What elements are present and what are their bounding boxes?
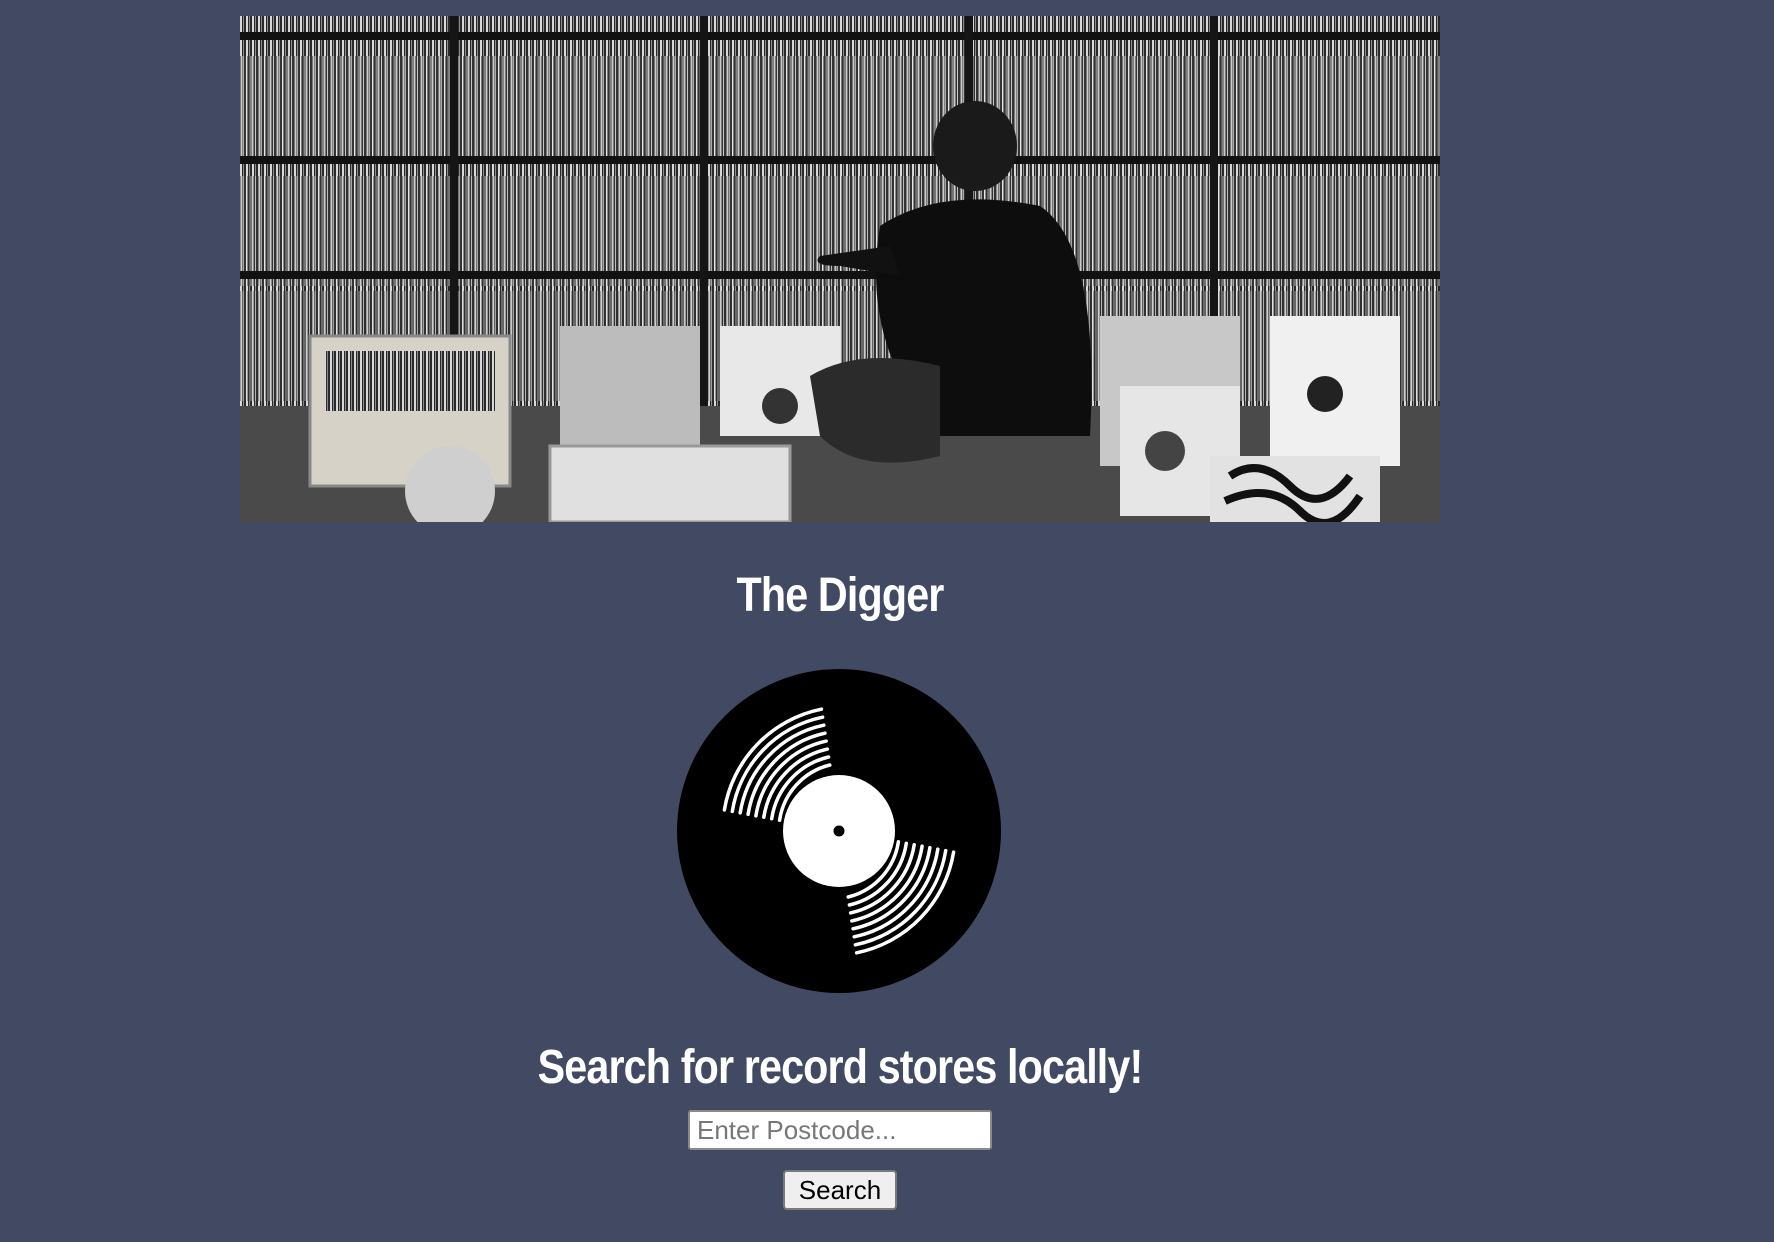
postcode-input[interactable]	[688, 1110, 992, 1150]
page-title: The Digger	[736, 569, 945, 622]
record-store-photo	[240, 16, 1440, 522]
search-heading: Search for record stores locally!	[537, 1041, 1144, 1094]
vinyl-record-icon	[676, 668, 1002, 994]
search-button[interactable]: Search	[783, 1170, 897, 1210]
hero-image	[240, 16, 1440, 522]
